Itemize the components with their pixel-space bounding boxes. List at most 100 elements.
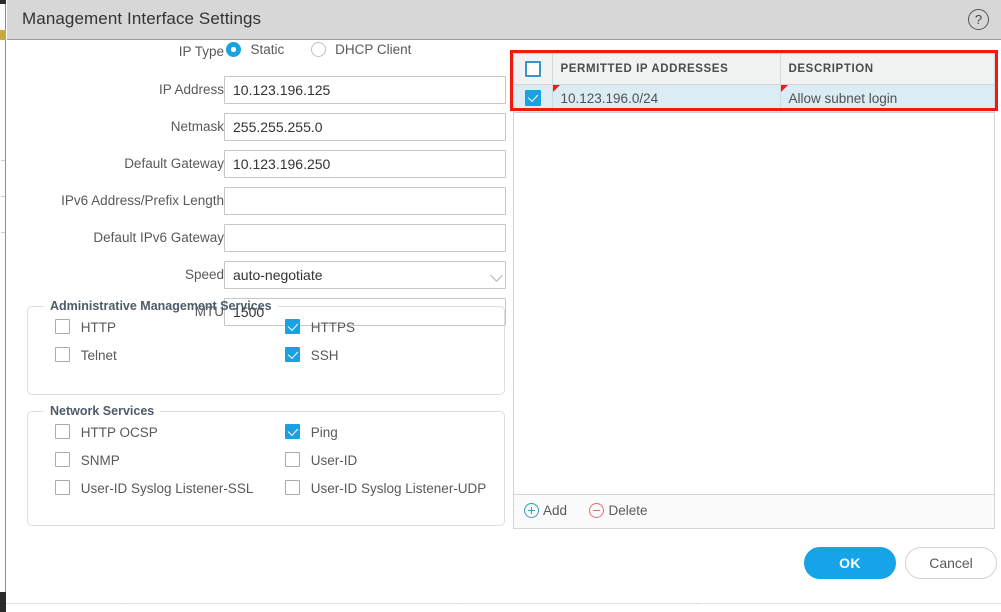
cell-description-text: Allow subnet login bbox=[788, 90, 898, 106]
checkbox-snmp-label: SNMP bbox=[80, 452, 120, 468]
page-bottom-rule bbox=[6, 603, 1001, 604]
background-bottom-bar bbox=[0, 592, 6, 612]
field-row-default-gateway: Default Gateway bbox=[15, 150, 513, 180]
radio-static-label: Static bbox=[250, 42, 285, 58]
select-all-checkbox[interactable] bbox=[524, 60, 541, 77]
administrative-management-services-group: Administrative Management Services HTTP … bbox=[27, 299, 505, 395]
table-header-row: PERMITTED IP ADDRESSES DESCRIPTION bbox=[514, 54, 994, 85]
checkbox-userid-syslog-listener-udp-label: User-ID Syslog Listener-UDP bbox=[310, 480, 487, 496]
cell-permitted-ip-text: 10.123.196.0/24 bbox=[560, 90, 659, 106]
ipv6-address-label: IPv6 Address/Prefix Length bbox=[61, 193, 224, 208]
edited-marker-icon bbox=[780, 84, 788, 92]
screenshot-root: Management Interface Settings ? IP Type … bbox=[0, 0, 1001, 612]
permitted-ip-addresses-panel: PERMITTED IP ADDRESSES DESCRIPTION 10.12… bbox=[513, 53, 995, 529]
table-row[interactable]: 10.123.196.0/24 Allow subnet login bbox=[514, 84, 994, 113]
plus-circle-icon bbox=[524, 503, 539, 518]
ok-button[interactable]: OK bbox=[804, 547, 896, 579]
network-services-checkbox-grid: HTTP OCSP SNMP User-ID Syslog Listener-S… bbox=[28, 418, 504, 496]
checkbox-userid[interactable]: User-ID bbox=[285, 452, 357, 468]
checkbox-https-label: HTTPS bbox=[310, 319, 356, 335]
field-row-default-ipv6-gateway: Default IPv6 Gateway bbox=[15, 224, 513, 254]
delete-button-label: Delete bbox=[608, 503, 648, 518]
network-services-legend: Network Services bbox=[50, 404, 155, 418]
help-icon[interactable]: ? bbox=[968, 9, 989, 30]
background-divider bbox=[1, 160, 5, 161]
default-gateway-input[interactable] bbox=[224, 150, 506, 178]
checkbox-userid-syslog-listener-ssl-label: User-ID Syslog Listener-SSL bbox=[80, 480, 254, 496]
dialog-body: IP Type Static DHCP Client IP Address 10… bbox=[7, 41, 1001, 531]
checkbox-http-ocsp-box[interactable] bbox=[55, 424, 70, 439]
checkbox-userid-syslog-listener-udp-box[interactable] bbox=[285, 480, 300, 495]
edited-marker-icon bbox=[552, 84, 560, 92]
checkbox-ping[interactable]: Ping bbox=[285, 424, 338, 440]
checkbox-userid-syslog-listener-ssl-box[interactable] bbox=[55, 480, 70, 495]
checkbox-snmp-box[interactable] bbox=[55, 452, 70, 467]
cell-description[interactable]: Allow subnet login bbox=[780, 84, 994, 113]
background-divider bbox=[1, 196, 5, 197]
checkbox-ping-label: Ping bbox=[310, 424, 338, 440]
cell-permitted-ip[interactable]: 10.123.196.0/24 bbox=[552, 84, 781, 113]
background-page-sliver bbox=[0, 0, 6, 612]
radio-dhcp-client-label: DHCP Client bbox=[335, 42, 412, 58]
checkbox-telnet[interactable]: Telnet bbox=[55, 347, 117, 363]
background-accent-chip bbox=[0, 30, 6, 40]
field-row-netmask: Netmask bbox=[15, 113, 513, 143]
delete-button[interactable]: Delete bbox=[589, 503, 648, 518]
speed-label: Speed bbox=[184, 267, 224, 282]
background-top-bar bbox=[0, 0, 6, 4]
add-button[interactable]: Add bbox=[524, 503, 567, 518]
administrative-management-services-legend: Administrative Management Services bbox=[50, 299, 272, 313]
checkbox-userid-syslog-listener-udp[interactable]: User-ID Syslog Listener-UDP bbox=[285, 480, 486, 496]
permitted-ip-addresses-table: PERMITTED IP ADDRESSES DESCRIPTION 10.12… bbox=[514, 54, 994, 113]
column-header-description[interactable]: DESCRIPTION bbox=[780, 54, 994, 85]
ip-type-label: IP Type bbox=[178, 44, 224, 59]
checkbox-telnet-box[interactable] bbox=[55, 347, 70, 362]
dialog-titlebar: Management Interface Settings ? bbox=[7, 0, 1001, 40]
checkbox-ssh-box[interactable] bbox=[285, 347, 300, 362]
netmask-label: Netmask bbox=[170, 119, 224, 134]
checkbox-http[interactable]: HTTP bbox=[55, 319, 116, 335]
checkbox-userid-label: User-ID bbox=[310, 452, 358, 468]
checkbox-userid-box[interactable] bbox=[285, 452, 300, 467]
checkbox-ssh-label: SSH bbox=[310, 347, 339, 363]
row-select-checkbox[interactable] bbox=[524, 90, 541, 107]
field-row-ip-type: IP Type Static DHCP Client bbox=[15, 41, 513, 67]
cancel-button[interactable]: Cancel bbox=[905, 547, 997, 579]
speed-select[interactable] bbox=[224, 261, 506, 289]
field-row-ipv6-address: IPv6 Address/Prefix Length bbox=[15, 187, 513, 217]
table-header-select-all-cell[interactable] bbox=[514, 54, 553, 85]
field-row-speed: Speed bbox=[15, 261, 513, 291]
checkbox-ping-box[interactable] bbox=[285, 424, 300, 439]
network-services-group: Network Services HTTP OCSP SNMP User-ID … bbox=[27, 404, 505, 526]
default-ipv6-gateway-input[interactable] bbox=[224, 224, 506, 252]
radio-static-dot[interactable] bbox=[226, 42, 241, 57]
checkbox-snmp[interactable]: SNMP bbox=[55, 452, 120, 468]
ip-address-input[interactable] bbox=[224, 76, 506, 104]
default-gateway-label: Default Gateway bbox=[124, 156, 224, 171]
ip-address-label: IP Address bbox=[158, 82, 224, 97]
checkbox-userid-syslog-listener-ssl[interactable]: User-ID Syslog Listener-SSL bbox=[55, 480, 253, 496]
dialog-title: Management Interface Settings bbox=[22, 9, 262, 28]
minus-circle-icon bbox=[589, 503, 605, 518]
table-toolbar: Add Delete bbox=[514, 494, 994, 528]
field-row-ip-address: IP Address bbox=[15, 76, 513, 106]
row-select-cell[interactable] bbox=[514, 84, 553, 113]
radio-static[interactable]: Static bbox=[226, 41, 284, 59]
checkbox-https-box[interactable] bbox=[285, 319, 300, 334]
radio-dhcp-client-dot[interactable] bbox=[310, 42, 326, 57]
checkbox-http-label: HTTP bbox=[80, 319, 117, 335]
checkbox-http-box[interactable] bbox=[55, 319, 70, 334]
default-ipv6-gateway-label: Default IPv6 Gateway bbox=[93, 230, 224, 245]
checkbox-telnet-label: Telnet bbox=[80, 347, 117, 363]
netmask-input[interactable] bbox=[224, 113, 506, 141]
checkbox-https[interactable]: HTTPS bbox=[285, 319, 355, 335]
radio-dhcp-client[interactable]: DHCP Client bbox=[310, 41, 412, 59]
admin-services-checkbox-grid: HTTP Telnet HTTPS SSH bbox=[28, 313, 504, 363]
add-button-label: Add bbox=[543, 503, 568, 518]
background-divider bbox=[1, 232, 5, 233]
checkbox-ssh[interactable]: SSH bbox=[285, 347, 339, 363]
column-header-permitted-ip-addresses[interactable]: PERMITTED IP ADDRESSES bbox=[552, 54, 781, 85]
ipv6-address-input[interactable] bbox=[224, 187, 506, 215]
dialog-footer: OK Cancel bbox=[7, 531, 1001, 598]
checkbox-http-ocsp[interactable]: HTTP OCSP bbox=[55, 424, 158, 440]
